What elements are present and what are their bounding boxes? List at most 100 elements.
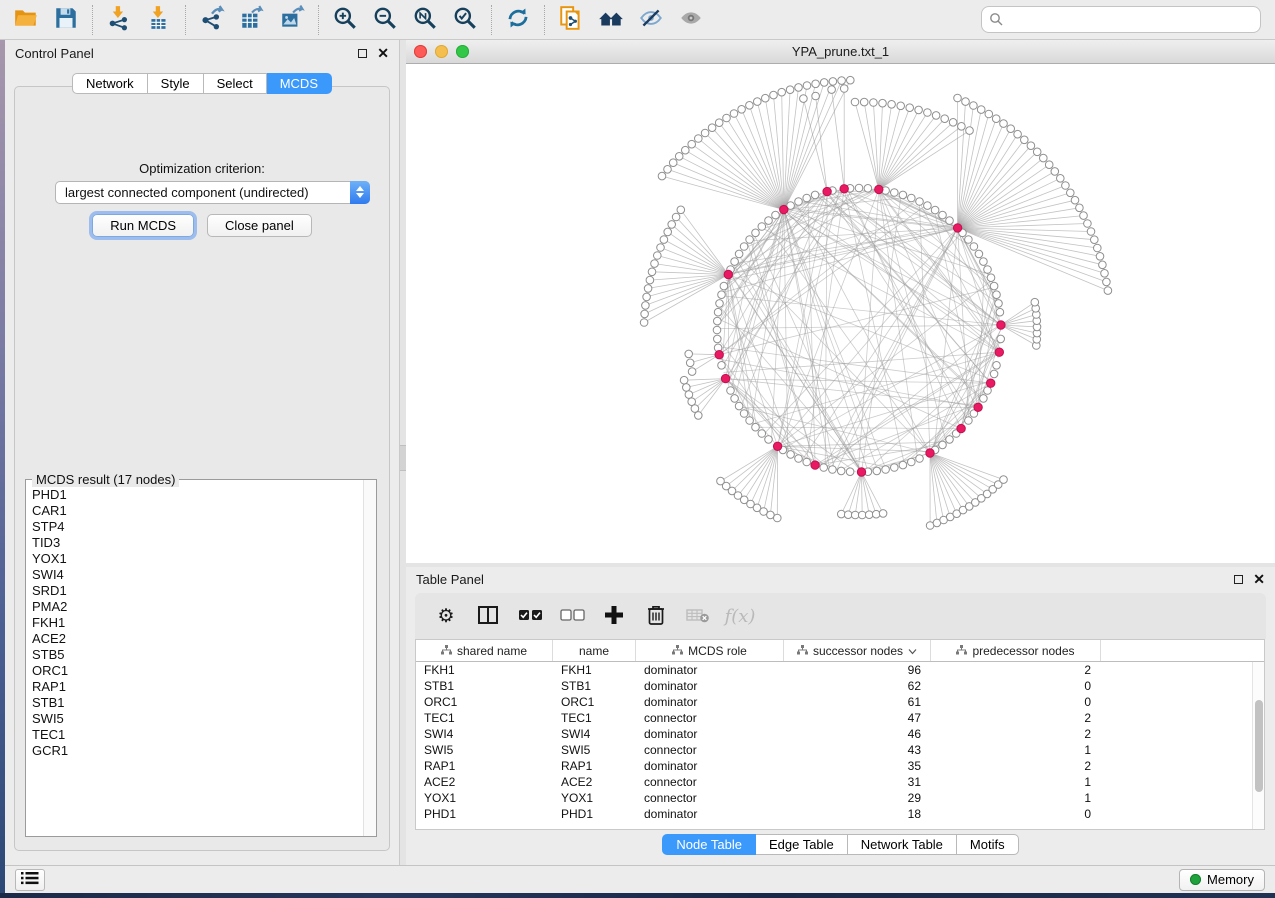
network-node[interactable] — [1000, 120, 1008, 128]
network-node[interactable] — [858, 511, 866, 519]
save-session-button[interactable] — [48, 3, 84, 37]
network-node[interactable] — [713, 326, 721, 334]
network-node[interactable] — [731, 395, 739, 403]
network-node[interactable] — [803, 82, 811, 90]
network-node[interactable] — [992, 115, 1000, 123]
tab-style[interactable]: Style — [148, 73, 204, 94]
mcds-result-item[interactable]: ACE2 — [27, 631, 362, 647]
mcds-result-item[interactable]: GCR1 — [27, 743, 362, 759]
network-node[interactable] — [1021, 136, 1029, 144]
network-node[interactable] — [1099, 261, 1107, 269]
network-node[interactable] — [899, 461, 907, 469]
network-node[interactable] — [643, 293, 651, 301]
network-node[interactable] — [962, 98, 970, 106]
network-hub-node[interactable] — [780, 205, 788, 213]
network-node[interactable] — [1091, 236, 1099, 244]
network-node[interactable] — [924, 202, 932, 210]
network-node[interactable] — [882, 466, 890, 474]
network-node[interactable] — [1076, 204, 1084, 212]
network-node[interactable] — [714, 335, 722, 343]
network-node[interactable] — [975, 250, 983, 258]
network-hub-node[interactable] — [724, 270, 732, 278]
mcds-result-item[interactable]: ORC1 — [27, 663, 362, 679]
network-hub-node[interactable] — [995, 348, 1003, 356]
network-node[interactable] — [915, 106, 923, 114]
table-row[interactable]: ORC1ORC1dominator610 — [416, 694, 1252, 710]
network-node[interactable] — [642, 302, 650, 310]
network-node[interactable] — [965, 236, 973, 244]
network-node[interactable] — [820, 464, 828, 472]
mcds-result-item[interactable]: PHD1 — [27, 487, 362, 503]
home-button[interactable] — [593, 3, 629, 37]
network-node[interactable] — [996, 308, 1004, 316]
network-node[interactable] — [872, 510, 880, 518]
network-node[interactable] — [774, 514, 782, 522]
network-hub-node[interactable] — [957, 424, 965, 432]
network-node[interactable] — [939, 441, 947, 449]
network-node[interactable] — [786, 86, 794, 94]
network-node[interactable] — [1051, 168, 1059, 176]
network-node[interactable] — [908, 194, 916, 202]
network-node[interactable] — [939, 211, 947, 219]
table-row[interactable]: STB1STB1dominator620 — [416, 678, 1252, 694]
network-node[interactable] — [949, 119, 957, 127]
network-node[interactable] — [879, 99, 887, 107]
table-row[interactable]: TEC1TEC1connector472 — [416, 710, 1252, 726]
layout-refresh-button[interactable] — [500, 3, 536, 37]
network-node[interactable] — [828, 86, 836, 94]
network-node[interactable] — [891, 189, 899, 197]
mcds-result-item[interactable]: STB1 — [27, 695, 362, 711]
close-panel-icon[interactable]: ✕ — [377, 49, 389, 58]
network-node[interactable] — [800, 95, 808, 103]
network-node[interactable] — [651, 260, 659, 268]
network-node[interactable] — [851, 511, 859, 519]
network-node[interactable] — [851, 98, 859, 106]
network-node[interactable] — [758, 430, 766, 438]
network-hub-node[interactable] — [773, 442, 781, 450]
float-table-panel-icon[interactable] — [1234, 575, 1243, 584]
network-node[interactable] — [829, 78, 837, 86]
open-session-button[interactable] — [8, 3, 44, 37]
network-node[interactable] — [1000, 476, 1008, 484]
mcds-result-item[interactable]: PMA2 — [27, 599, 362, 615]
create-column-button[interactable] — [597, 599, 631, 633]
network-node[interactable] — [1062, 182, 1070, 190]
network-node[interactable] — [675, 153, 683, 161]
zoom-fit-button[interactable] — [407, 3, 443, 37]
float-panel-icon[interactable] — [358, 49, 367, 58]
mcds-result-item[interactable]: TID3 — [27, 535, 362, 551]
zoom-out-button[interactable] — [367, 3, 403, 37]
network-node[interactable] — [644, 285, 652, 293]
network-hub-node[interactable] — [715, 351, 723, 359]
network-node[interactable] — [657, 244, 665, 252]
network-node[interactable] — [765, 436, 773, 444]
network-node[interactable] — [795, 198, 803, 206]
network-node[interactable] — [718, 362, 726, 370]
network-node[interactable] — [1031, 298, 1039, 306]
network-node[interactable] — [685, 350, 693, 358]
network-node[interactable] — [897, 102, 905, 110]
task-history-button[interactable] — [15, 869, 45, 891]
network-node[interactable] — [932, 112, 940, 120]
network-node[interactable] — [680, 376, 688, 384]
network-node[interactable] — [1057, 175, 1065, 183]
network-node[interactable] — [924, 109, 932, 117]
network-node[interactable] — [864, 185, 872, 193]
network-node[interactable] — [812, 80, 820, 88]
network-node[interactable] — [1101, 270, 1109, 278]
network-node[interactable] — [688, 368, 696, 376]
table-settings-button[interactable]: ⚙ — [429, 599, 463, 633]
network-hub-node[interactable] — [926, 449, 934, 457]
network-node[interactable] — [899, 191, 907, 199]
mcds-result-list[interactable]: PHD1CAR1STP4TID3YOX1SWI4SRD1PMA2FKH1ACE2… — [27, 481, 362, 835]
tab-edge-table[interactable]: Edge Table — [756, 834, 848, 855]
network-node[interactable] — [770, 91, 778, 99]
network-node[interactable] — [977, 106, 985, 114]
show-all-button[interactable] — [673, 3, 709, 37]
zoom-selected-button[interactable] — [447, 3, 483, 37]
mcds-result-item[interactable]: STB5 — [27, 647, 362, 663]
network-node[interactable] — [758, 223, 766, 231]
tab-network-table[interactable]: Network Table — [848, 834, 957, 855]
network-node[interactable] — [873, 467, 881, 475]
network-node[interactable] — [870, 99, 878, 107]
